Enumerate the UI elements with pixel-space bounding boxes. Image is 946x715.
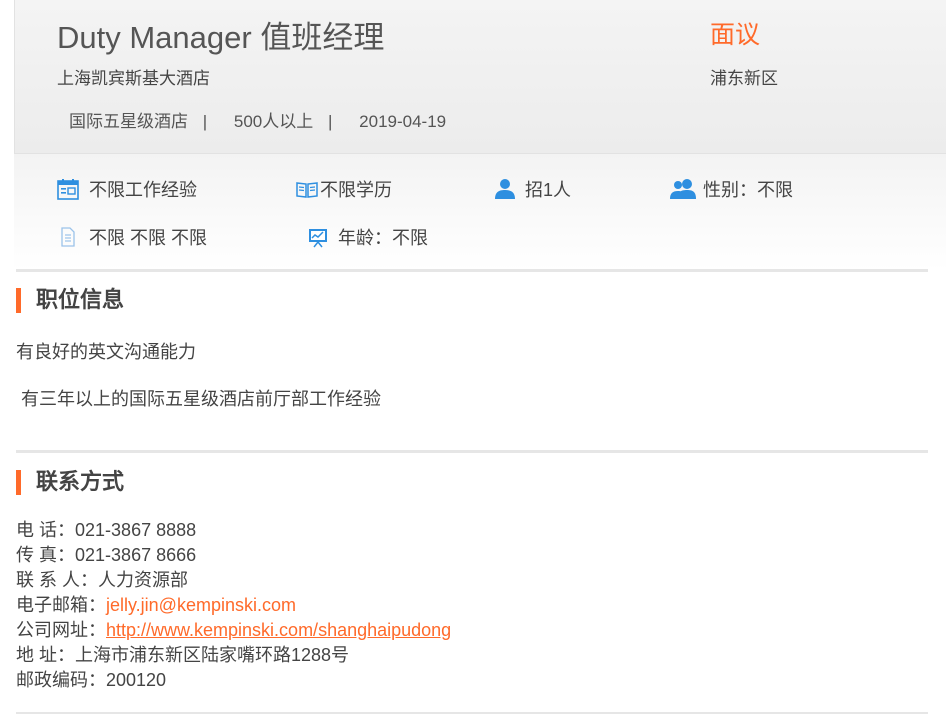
contact-postcode: 邮政编码：200120	[16, 668, 451, 693]
job-desc-line: 有三年以上的国际五星级酒店前厅部工作经验	[21, 389, 381, 409]
contact-website: 公司网址：http://www.kempinski.com/shanghaipu…	[16, 618, 451, 643]
section-title-contact: 联系方式	[16, 469, 124, 495]
contact-person-value: 人力资源部	[98, 570, 189, 590]
section-divider	[16, 269, 928, 272]
tag-age-label: 年龄：不限	[338, 228, 428, 248]
contact-person: 联 系 人：人力资源部	[16, 568, 451, 593]
salary: 面议	[710, 21, 761, 49]
post-date: 2019-04-19	[359, 112, 447, 131]
meta-separator: |	[202, 112, 208, 131]
contact-address-label: 地 址：	[16, 645, 76, 665]
tag-other-label: 不限 不限 不限	[89, 228, 208, 248]
contact-person-label: 联 系 人：	[16, 570, 99, 590]
contact-email-label: 电子邮箱：	[16, 595, 106, 615]
contact-phone: 电 话：021-3867 8888	[16, 518, 451, 543]
meta-separator: |	[328, 112, 333, 131]
contact-info: 电 话：021-3867 8888 传 真：021-3867 8666 联 系 …	[16, 518, 451, 693]
section-divider	[16, 712, 928, 714]
section-title-job-info: 职位信息	[16, 287, 124, 313]
contact-phone-value: 021-3867 8888	[75, 520, 197, 540]
tag-other: 不限 不限 不限	[56, 224, 207, 250]
tag-age: 年龄：不限	[306, 224, 428, 250]
tag-experience-label: 不限工作经验	[89, 180, 197, 200]
contact-fax-value: 021-3867 8666	[75, 545, 197, 565]
tag-gender: 性别：不限	[669, 176, 793, 202]
contact-address: 地 址：上海市浦东新区陆家嘴环路1288号	[16, 643, 451, 668]
job-header: Duty Manager 值班经理 上海凯宾斯基大酒店 国际五星级酒店 | 50…	[14, 0, 946, 154]
calendar-icon	[56, 178, 80, 200]
company-size: 500人以上	[233, 112, 314, 131]
contact-address-value: 上海市浦东新区陆家嘴环路1288号	[75, 645, 350, 665]
tag-headcount: 招1人	[493, 176, 571, 202]
job-meta-row: 国际五星级酒店 | 500人以上 | 2019-04-19	[69, 107, 446, 132]
contact-phone-label: 电 话：	[16, 520, 76, 540]
company-type: 国际五星级酒店	[69, 112, 188, 131]
contact-email-value[interactable]: jelly.jin@kempinski.com	[106, 595, 296, 615]
contact-website-label: 公司网址：	[16, 620, 106, 640]
district: 浦东新区	[710, 69, 778, 88]
person-icon	[493, 178, 517, 200]
company-name[interactable]: 上海凯宾斯基大酒店	[57, 64, 210, 89]
contact-email: 电子邮箱：jelly.jin@kempinski.com	[16, 593, 451, 618]
contact-fax-label: 传 真：	[16, 545, 76, 565]
contact-website-link[interactable]: http://www.kempinski.com/shanghaipudong	[106, 620, 451, 640]
job-requirements-panel	[14, 154, 946, 270]
tag-gender-label: 性别：不限	[703, 180, 793, 200]
tag-experience: 不限工作经验	[56, 176, 197, 202]
presentation-icon	[306, 226, 330, 248]
tag-education-label: 不限学历	[320, 180, 392, 200]
job-title: Duty Manager 值班经理	[57, 20, 385, 55]
job-desc-line: 有良好的英文沟通能力	[16, 342, 196, 362]
people-icon	[669, 178, 697, 200]
contact-postcode-label: 邮政编码：	[16, 670, 106, 690]
tag-education: 不限学历	[295, 176, 392, 202]
contact-postcode-value: 200120	[106, 670, 167, 690]
tag-headcount-label: 招1人	[525, 180, 572, 200]
section-divider	[16, 450, 928, 453]
contact-fax: 传 真：021-3867 8666	[16, 543, 451, 568]
book-icon	[295, 178, 319, 200]
document-icon	[56, 226, 80, 248]
